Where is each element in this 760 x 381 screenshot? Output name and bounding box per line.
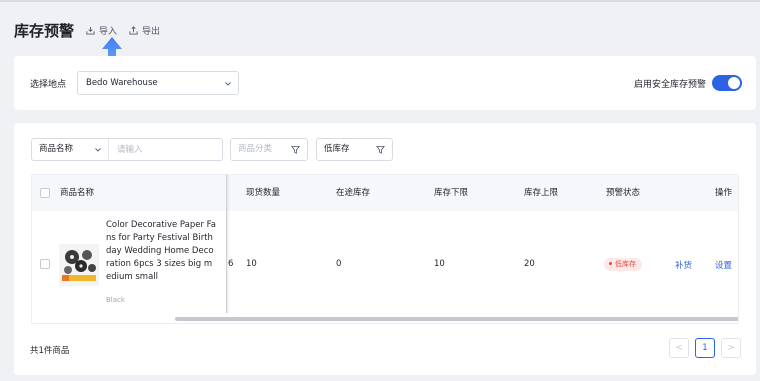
paper-fans-image (59, 244, 99, 286)
in-transit-cell: 0 (336, 259, 342, 269)
category-filter[interactable]: 商品分类 (230, 138, 308, 161)
col-min: 库存下限 (434, 188, 469, 198)
export-icon (129, 25, 138, 35)
import-button[interactable]: 导入 (86, 24, 117, 37)
location-select[interactable]: Bedo Warehouse (77, 71, 239, 95)
row-checkbox[interactable] (40, 259, 50, 269)
scrollbar-thumb[interactable] (175, 317, 738, 321)
product-title: Color Decorative Paper Fans for Party Fe… (106, 220, 216, 282)
page-title: 库存预警 (14, 21, 75, 40)
item-count: 共1件商品 (30, 346, 70, 356)
col-actions: 操作 (715, 188, 733, 198)
table-header: 商品名称 现货数量 在途库存 库存下限 库存上限 预警状态 操作 (32, 175, 738, 211)
inventory-card: 商品名称 商品分类 低库存 商品名称 现货数量 在途库存 库存下限 库存上限 预… (14, 123, 756, 375)
safety-stock-toggle[interactable] (712, 75, 742, 91)
search-input[interactable] (110, 139, 220, 160)
col-on-hand: 现货数量 (246, 188, 281, 198)
location-label: 选择地点 (30, 80, 67, 90)
top-border (0, 0, 760, 2)
filter-field-value: 商品名称 (39, 144, 74, 154)
inventory-table: 商品名称 现货数量 在途库存 库存下限 库存上限 预警状态 操作 Color D… (31, 174, 739, 324)
next-page-button[interactable]: > (721, 338, 741, 358)
status-label: 低库存 (615, 260, 636, 268)
name-filter: 商品名称 (31, 138, 223, 161)
filter-icon (291, 145, 300, 154)
col-max: 库存上限 (524, 188, 559, 198)
location-value: Bedo Warehouse (86, 78, 158, 88)
min-cell: 10 (434, 259, 445, 269)
product-variant: Black (106, 296, 125, 304)
prev-page-button[interactable]: < (669, 338, 689, 358)
restock-link[interactable]: 补货 (675, 259, 692, 271)
filter-icon (376, 145, 385, 154)
safety-stock-label: 启用安全库存预警 (634, 80, 707, 90)
status-badge: 低库存 (604, 258, 642, 271)
page-1-button[interactable]: 1 (695, 338, 715, 358)
category-placeholder: 商品分类 (238, 144, 273, 154)
export-label: 导出 (142, 26, 161, 37)
import-label: 导入 (99, 26, 118, 37)
chevron-down-icon (95, 148, 101, 152)
fixed-column-shadow (226, 175, 230, 313)
export-button[interactable]: 导出 (129, 24, 160, 37)
settings-link[interactable]: 设置 (715, 259, 732, 271)
chevron-down-icon (225, 82, 231, 86)
product-image (59, 244, 99, 286)
page-header: 库存预警 导入 导出 (14, 18, 160, 42)
max-cell: 20 (524, 259, 535, 269)
on-hand-cell: 10 (246, 259, 257, 269)
toggle-knob (728, 77, 740, 89)
status-dot (609, 261, 612, 265)
horizontal-scrollbar[interactable] (32, 315, 738, 323)
col-in-transit: 在途库存 (336, 188, 371, 198)
stock-filter-value: 低库存 (324, 144, 350, 154)
col-name: 商品名称 (60, 188, 95, 198)
location-card: 选择地点 Bedo Warehouse 启用安全库存预警 (14, 56, 756, 110)
filter-field-select[interactable]: 商品名称 (32, 139, 109, 160)
select-all-checkbox[interactable] (40, 188, 50, 198)
col-status: 预警状态 (606, 188, 641, 198)
import-icon (86, 26, 95, 35)
stock-filter[interactable]: 低库存 (316, 138, 393, 161)
